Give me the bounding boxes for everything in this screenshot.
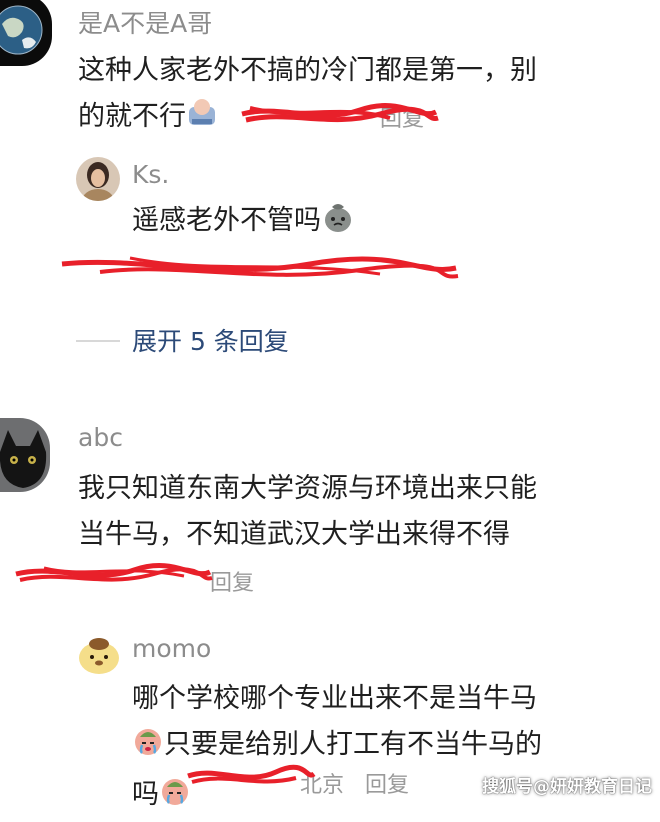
- avatar-woman[interactable]: [76, 157, 120, 201]
- comment-text-line: 当牛马，不知道武汉大学出来得不得: [78, 519, 510, 550]
- reply-text-segment: 只要是给别人打工有不当牛马的: [164, 729, 542, 760]
- comment-username[interactable]: 是A不是A哥: [78, 4, 212, 40]
- reply-link[interactable]: 回复: [365, 773, 409, 798]
- comment-text: 我只知道东南大学资源与环境出来只能 当牛马，不知道武汉大学出来得不得: [78, 466, 638, 558]
- avatar-globe[interactable]: [0, 0, 52, 66]
- reply-location: 北京: [300, 773, 345, 798]
- sticker-emoji-icon: [186, 97, 218, 144]
- comment-meta: 回复: [210, 565, 254, 597]
- crying-emoji-icon: [132, 725, 164, 772]
- red-scribble-redaction: [15, 563, 213, 582]
- reply-link[interactable]: 回复: [380, 107, 424, 132]
- money-bag-emoji-icon: [321, 199, 355, 248]
- comment-text-segment: 的就不行: [78, 101, 186, 132]
- reply-text-line: 哪个学校哪个专业出来不是当牛马: [132, 683, 537, 714]
- avatar-black-cat[interactable]: [0, 418, 50, 492]
- red-scribble-redaction: [61, 256, 459, 279]
- reply-text-segment: 吗: [132, 779, 159, 810]
- avatar-pompompurin[interactable]: [76, 630, 122, 676]
- reply-username[interactable]: Ks.: [132, 160, 169, 189]
- comment-username[interactable]: abc: [78, 423, 123, 452]
- reply-text: 哪个学校哪个专业出来不是当牛马 只要是给别人打工有不当牛马的 吗: [132, 676, 642, 822]
- reply-meta: 北京 回复: [300, 767, 409, 799]
- reply-text: 遥感老外不管吗: [132, 198, 355, 248]
- comment-text-line: 这种人家老外不搞的冷门都是第一，别: [78, 55, 537, 86]
- expand-divider: [76, 340, 120, 342]
- source-watermark: 搜狐号@妍妍教育日记: [482, 777, 652, 797]
- crying-emoji-icon: [159, 775, 191, 822]
- reply-text-line: 只要是给别人打工有不当牛马的: [132, 722, 642, 772]
- comment-meta: 回复: [260, 101, 424, 133]
- reply-link[interactable]: 回复: [210, 571, 254, 596]
- expand-replies-button[interactable]: 展开 5 条回复: [132, 322, 289, 358]
- reply-text-segment: 遥感老外不管吗: [132, 205, 321, 236]
- comment-text-line: 我只知道东南大学资源与环境出来只能: [78, 473, 537, 504]
- reply-username[interactable]: momo: [132, 634, 211, 663]
